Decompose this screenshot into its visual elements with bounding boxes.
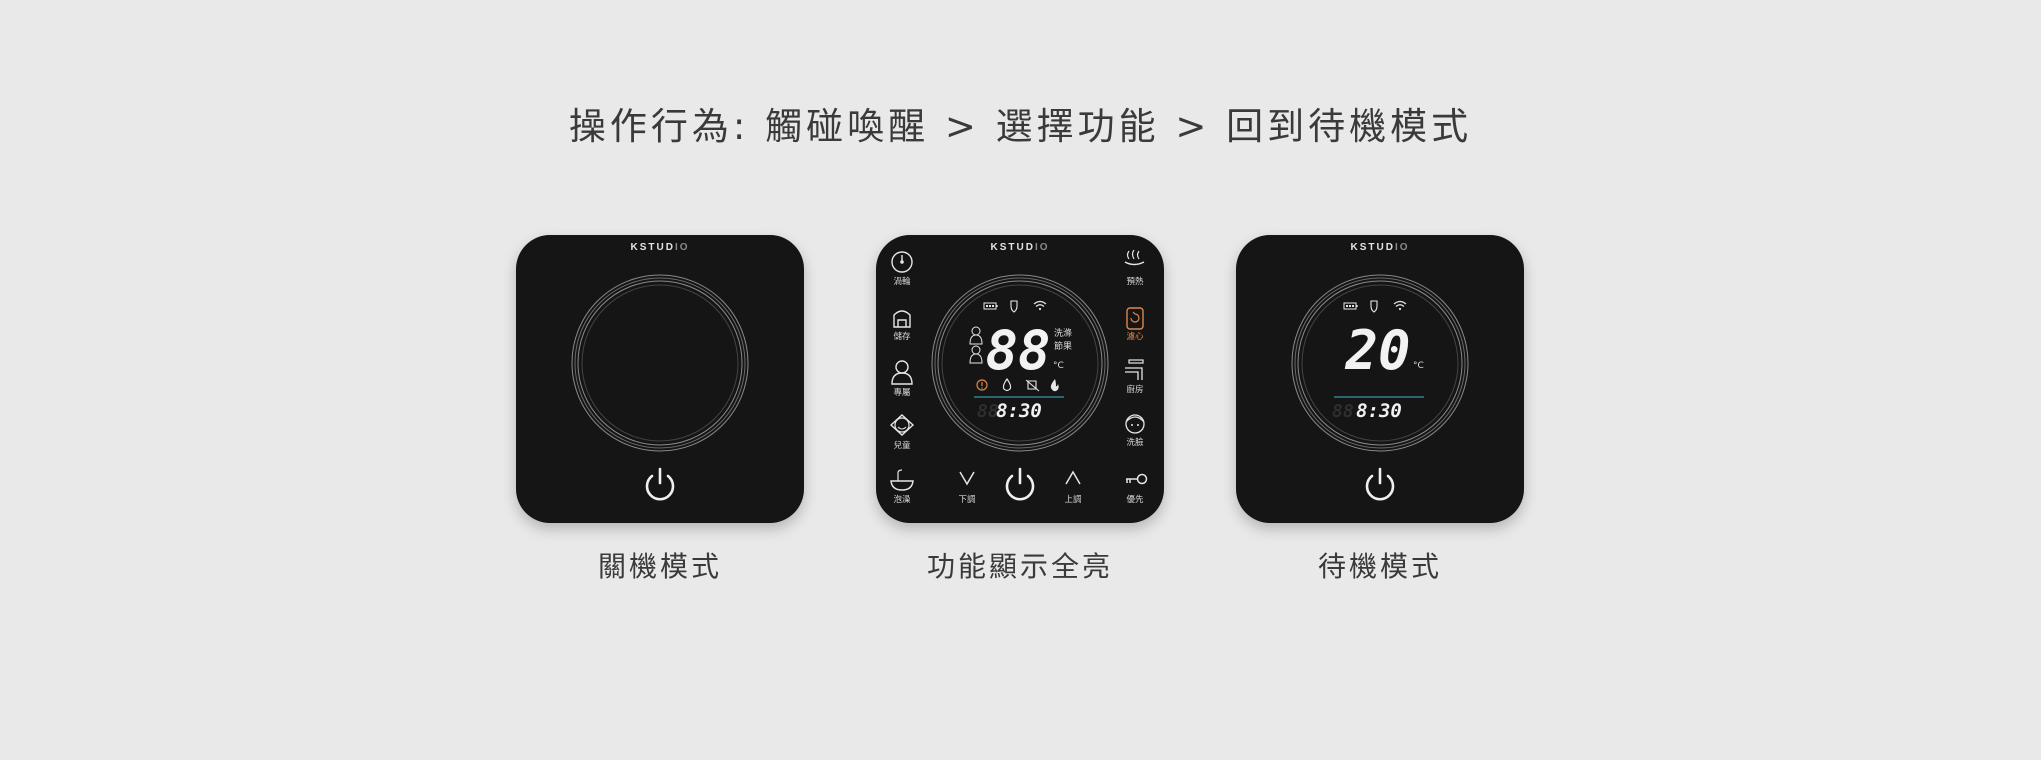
chevron-up-icon: [1065, 470, 1081, 485]
faucet-icon: [1125, 359, 1144, 380]
face-wash-label: 洗臉: [1126, 437, 1144, 448]
wifi-icon: [1033, 300, 1047, 311]
heat-waves-icon: [1124, 249, 1145, 266]
bath-button[interactable]: 泡澡: [890, 469, 914, 505]
page-title: 操作行為: 觸碰喚醒 > 選擇功能 > 回到待機模式: [568, 105, 1473, 148]
gauge-icon: [891, 251, 913, 273]
kitchen-button[interactable]: 廚房: [1125, 359, 1144, 395]
child-face-icon: [889, 414, 915, 436]
priority-button[interactable]: 優先: [1126, 473, 1148, 506]
temperature-readout: 88: [985, 319, 1050, 382]
power-icon[interactable]: [645, 467, 675, 501]
power-icon[interactable]: [1365, 467, 1395, 501]
warning-icon: [976, 379, 988, 391]
wifi-icon: [1393, 300, 1407, 311]
panel-caption: 功能顯示全亮: [926, 550, 1113, 583]
filter-button[interactable]: 濾心: [1126, 307, 1144, 342]
up-button[interactable]: 上調: [1064, 470, 1082, 505]
up-label: 上調: [1064, 494, 1081, 505]
panel-caption: 關機模式: [597, 550, 722, 583]
chevron-down-icon: [959, 471, 975, 486]
thermostat-panel-standby[interactable]: KSTUDIO 20 °C 88 8:30: [1236, 235, 1524, 523]
personal-label: 專屬: [893, 387, 910, 398]
storage-button[interactable]: 儲存: [893, 310, 911, 342]
time-dim-digits: 88: [1332, 401, 1354, 422]
bath-label: 泡澡: [893, 494, 911, 505]
thermostat-panel-off[interactable]: KSTUDIO: [516, 235, 804, 523]
time-readout: 8:30: [996, 400, 1042, 422]
preheat-button[interactable]: 預熱: [1124, 249, 1145, 287]
status-line-1: 洗滌: [1054, 327, 1072, 339]
person-icon: [891, 360, 913, 385]
down-button[interactable]: 下調: [958, 471, 976, 505]
status-line-2: 節果: [1054, 340, 1072, 352]
home-icon: [893, 310, 911, 328]
time-readout: 8:30: [1356, 400, 1402, 422]
preheat-label: 預熱: [1126, 276, 1144, 287]
down-label: 下調: [958, 494, 975, 505]
key-icon: [1126, 473, 1148, 485]
user-profile-icons: [969, 326, 983, 364]
turbo-label: 渦輪: [893, 276, 911, 287]
shield-icon: [1370, 300, 1378, 313]
child-label: 兒童: [893, 440, 911, 451]
bath-icon: [890, 469, 914, 491]
face-wash-button[interactable]: 洗臉: [1125, 414, 1145, 448]
storage-label: 儲存: [893, 331, 911, 342]
kitchen-label: 廚房: [1126, 384, 1143, 395]
battery-icon: [983, 302, 998, 310]
thermostat-panel-full[interactable]: KSTUDIO 渦輪 儲存 專屬 兒童 泡澡 預熱 濾心 廚房 洗臉 優先 88…: [876, 235, 1164, 523]
personal-button[interactable]: 專屬: [891, 360, 913, 398]
temperature-unit: °C: [1413, 361, 1424, 371]
priority-label: 優先: [1126, 494, 1144, 505]
power-icon[interactable]: [1005, 467, 1035, 501]
panel-caption: 待機模式: [1317, 550, 1442, 583]
shield-icon: [1010, 300, 1018, 313]
turbo-button[interactable]: 渦輪: [891, 251, 913, 287]
flame-icon: [1050, 379, 1059, 392]
dial-ring[interactable]: [571, 274, 749, 452]
temperature-readout: 20: [1344, 319, 1410, 382]
filter-label: 濾心: [1126, 331, 1144, 342]
battery-icon: [1343, 302, 1358, 310]
temperature-unit: °C: [1053, 361, 1064, 371]
child-button[interactable]: 兒童: [889, 414, 915, 451]
filter-icon: [1126, 307, 1144, 330]
face-icon: [1125, 414, 1145, 434]
